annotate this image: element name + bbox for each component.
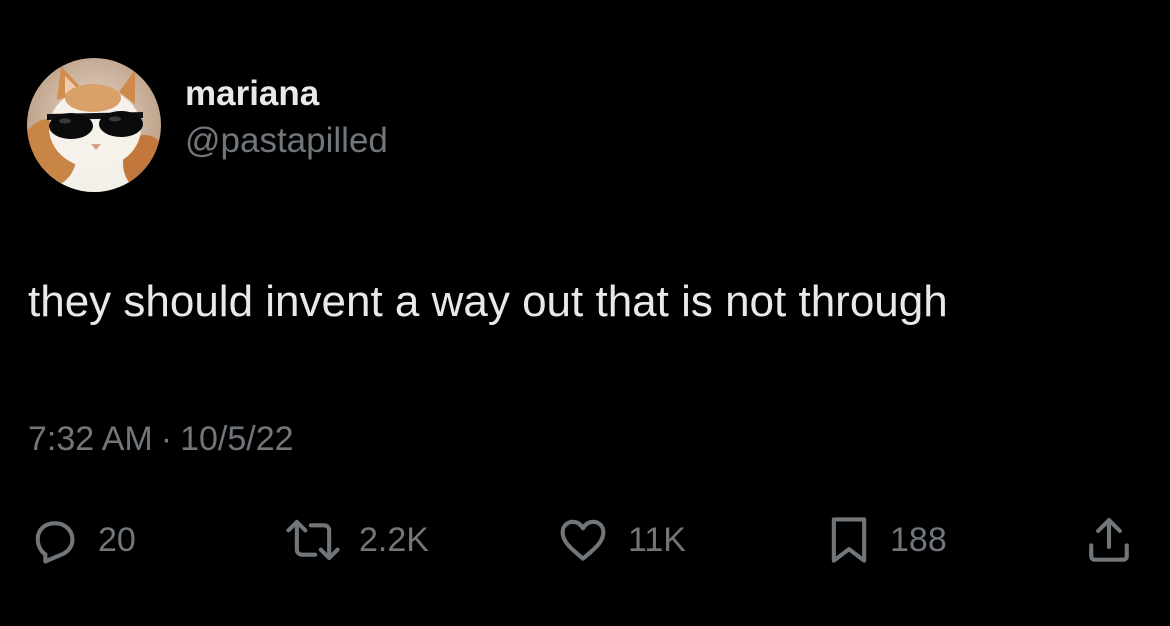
tweet-date: 10/5/22 [180, 420, 294, 458]
heart-icon [560, 519, 606, 561]
retweet-count: 2.2K [359, 521, 429, 559]
tweet-time: 7:32 AM [28, 420, 153, 458]
bookmark-count: 188 [890, 521, 947, 559]
tweet-text: they should invent a way out that is not… [28, 277, 948, 326]
display-name[interactable]: mariana [185, 72, 388, 116]
like-count: 11K [628, 521, 686, 559]
bookmark-button[interactable]: 188 [826, 513, 947, 567]
reply-button[interactable]: 20 [28, 513, 136, 567]
author-names: mariana @pastapilled [185, 72, 388, 166]
share-button[interactable] [1083, 513, 1135, 567]
retweet-icon [286, 519, 340, 561]
action-bar: 20 2.2K 11K 188 [0, 513, 1170, 567]
cat-avatar-image [27, 58, 161, 192]
user-handle[interactable]: @pastapilled [185, 116, 388, 166]
share-icon [1089, 518, 1129, 562]
bookmark-icon [831, 517, 867, 563]
like-button[interactable]: 11K [556, 513, 686, 567]
meta-separator: · [160, 420, 173, 458]
reply-count: 20 [98, 521, 136, 559]
avatar[interactable] [27, 58, 161, 192]
tweet-header: mariana @pastapilled [27, 58, 388, 192]
reply-icon [35, 521, 75, 564]
tweet-timestamp[interactable]: 7:32 AM · 10/5/22 [28, 418, 294, 460]
tweet-card: mariana @pastapilled they should invent … [0, 0, 1170, 626]
retweet-button[interactable]: 2.2K [285, 513, 429, 567]
